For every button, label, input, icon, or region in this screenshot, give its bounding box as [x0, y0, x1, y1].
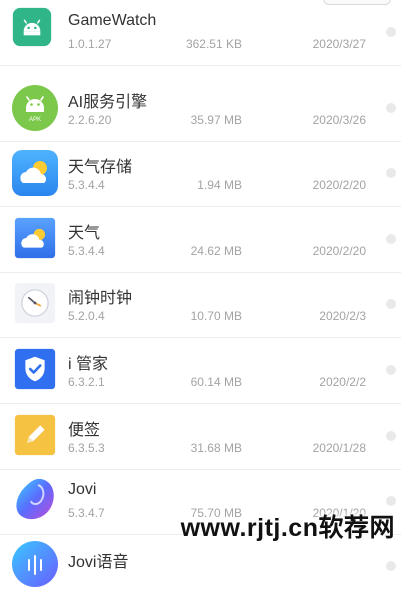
app-name: i 管家	[68, 356, 109, 373]
app-version: 6.3.2.1	[68, 375, 105, 389]
select-radio[interactable]	[386, 103, 396, 113]
shield-check-icon	[14, 348, 56, 390]
app-name: AI服务引擎	[68, 94, 148, 111]
app-date: 2020/1/28	[312, 441, 366, 455]
select-radio[interactable]	[386, 431, 396, 441]
weather-cloud-icon	[12, 150, 58, 196]
app-date: 2020/3/27	[312, 37, 366, 51]
app-name: 天气	[68, 225, 101, 242]
app-row-gamewatch[interactable]: GameWatch 1.0.1.27 362.51 KB 2020/3/27	[0, 0, 401, 66]
app-name: GameWatch	[68, 12, 157, 29]
app-row-weather-storage[interactable]: 天气存储 5.3.4.4 1.94 MB 2020/2/20	[0, 141, 401, 207]
app-version: 1.0.1.27	[68, 37, 112, 51]
select-radio[interactable]	[386, 27, 396, 37]
select-radio[interactable]	[386, 168, 396, 178]
app-version: 2.2.6.20	[68, 113, 112, 127]
app-name: 闹钟时钟	[68, 290, 133, 307]
app-row-weather[interactable]: 天气 5.3.4.4 24.62 MB 2020/2/20	[0, 207, 401, 273]
weather-cloud-icon	[14, 217, 56, 259]
apk-label: APK	[29, 117, 41, 123]
app-version: 5.3.4.4	[68, 178, 105, 192]
app-size: 31.68 MB	[190, 441, 242, 455]
select-radio[interactable]	[386, 561, 396, 571]
clock-icon	[14, 282, 56, 324]
app-date: 2020/2/3	[319, 309, 366, 323]
apk-android-icon: APK	[12, 85, 58, 131]
app-date: 2020/2/2	[319, 375, 366, 389]
app-version: 5.3.4.4	[68, 244, 105, 258]
app-name: Jovi	[68, 481, 97, 498]
select-radio[interactable]	[386, 496, 396, 506]
pencil-note-icon	[14, 414, 56, 456]
app-size: 362.51 KB	[185, 37, 242, 51]
select-radio[interactable]	[386, 234, 396, 244]
jovi-voice-icon	[12, 541, 58, 587]
jovi-icon	[16, 478, 54, 520]
app-row-ai-service[interactable]: APK AI服务引擎 2.2.6.20 35.97 MB 2020/3/26	[0, 76, 401, 142]
app-version: 5.2.0.4	[68, 309, 105, 323]
app-version: 6.3.5.3	[68, 441, 105, 455]
app-name: Jovi语音	[68, 554, 129, 571]
app-date: 2020/2/20	[312, 244, 366, 258]
app-date: 2020/2/20	[312, 178, 366, 192]
app-row-clock[interactable]: 闹钟时钟 5.2.0.4 10.70 MB 2020/2/3	[0, 272, 401, 338]
app-row-i-manager[interactable]: i 管家 6.3.2.1 60.14 MB 2020/2/2	[0, 338, 401, 404]
select-radio[interactable]	[386, 299, 396, 309]
app-size: 35.97 MB	[190, 113, 242, 127]
site-watermark: www.rjtj.cn软荐网	[180, 514, 395, 542]
app-size: 24.62 MB	[190, 244, 242, 258]
app-row-notes[interactable]: 便签 6.3.5.3 31.68 MB 2020/1/28	[0, 404, 401, 470]
app-name: 便签	[68, 422, 101, 439]
app-version: 5.3.4.7	[68, 506, 105, 520]
select-radio[interactable]	[386, 365, 396, 375]
app-name: 天气存储	[68, 159, 133, 176]
app-size: 1.94 MB	[197, 178, 242, 192]
app-size: 60.14 MB	[190, 375, 242, 389]
android-icon	[12, 7, 52, 47]
app-size: 10.70 MB	[190, 309, 242, 323]
app-date: 2020/3/26	[312, 113, 366, 127]
